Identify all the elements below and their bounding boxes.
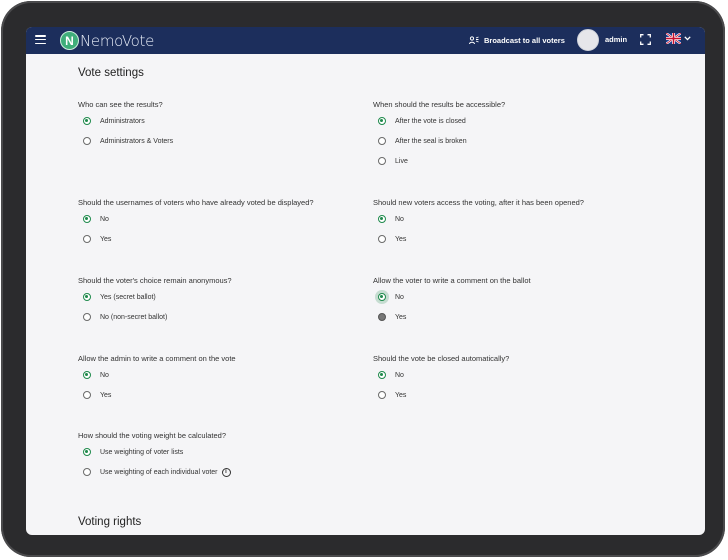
app-logo[interactable]: N NemoVote [60,31,154,50]
question-results-visibility: Who can see the results? [78,100,163,109]
option-label: No [395,371,404,379]
question-display-usernames: Should the usernames of voters who have … [78,198,314,207]
option-label: No [100,371,109,379]
radio-checked[interactable] [83,117,91,125]
question-anonymous: Should the voter's choice remain anonymo… [78,276,232,285]
option-after-closed[interactable]: After the vote is closed [378,115,466,127]
question-voting-weight: How should the voting weight be calculat… [78,431,227,440]
language-selector[interactable] [666,33,691,44]
radio-unchecked[interactable] [83,391,91,399]
option-label: Administrators [100,117,145,125]
option-label: Yes [395,235,407,243]
chevron-down-icon [684,36,691,41]
logo-badge: N [60,31,79,50]
option-label: Administrators & Voters [100,137,174,145]
option-label: No [395,215,404,223]
broadcast-icon [469,36,479,45]
option-yes[interactable]: Yes [83,389,111,401]
option-label: Use weighting of voter lists [100,448,184,456]
broadcast-button[interactable]: Broadcast to all voters [469,33,565,48]
radio-unchecked[interactable] [378,137,386,145]
option-yes[interactable]: Yes [378,233,406,245]
option-yes[interactable]: Yes [83,233,111,245]
tablet-frame: N NemoVote Broadcast to all voters admin [1,1,725,557]
option-yes[interactable]: Yes [378,389,406,401]
question-admin-comment: Allow the admin to write a comment on th… [78,354,236,363]
option-administrators-voters[interactable]: Administrators & Voters [83,135,173,147]
fullscreen-icon[interactable] [640,34,651,45]
option-label: No (non-secret ballot) [100,313,168,321]
radio-unchecked[interactable] [378,235,386,243]
radio-unchecked[interactable] [83,137,91,145]
option-non-secret-ballot[interactable]: No (non-secret ballot) [83,311,167,323]
option-after-seal[interactable]: After the seal is broken [378,135,467,147]
option-label: Yes [395,313,407,321]
app-screen: N NemoVote Broadcast to all voters admin [26,27,705,535]
option-label: No [395,293,404,301]
top-navbar: N NemoVote Broadcast to all voters admin [26,27,705,54]
option-no[interactable]: No [83,213,109,225]
option-yes[interactable]: Yes [378,311,406,323]
radio-checked[interactable] [83,215,91,223]
option-voter-lists-weighting[interactable]: Use weighting of voter lists [83,446,183,458]
radio-unchecked[interactable] [83,468,91,476]
flag-uk-icon [666,33,681,44]
radio-checked[interactable] [83,371,91,379]
menu-icon[interactable] [35,35,46,44]
radio-checked[interactable] [83,448,91,456]
option-label: Yes [100,235,112,243]
voting-rights-title: Voting rights [78,516,142,528]
radio-unchecked[interactable] [83,313,91,321]
radio-checked[interactable] [378,293,386,301]
option-label: Use weighting of each individual voter [100,468,218,476]
option-label: Live [395,157,408,165]
radio-checked[interactable] [378,117,386,125]
option-label: Yes [395,391,407,399]
user-name[interactable]: admin [605,35,627,44]
option-no[interactable]: No [83,369,109,381]
option-individual-weighting[interactable]: Use weighting of each individual voter i [83,466,231,478]
question-results-access: When should the results be accessible? [373,100,506,109]
main-content: Vote settings Who can see the results? A… [26,54,705,535]
broadcast-label: Broadcast to all voters [484,36,565,45]
option-administrators[interactable]: Administrators [83,115,145,127]
radio-checked[interactable] [378,215,386,223]
radio-checked[interactable] [83,293,91,301]
option-label: After the vote is closed [395,117,466,125]
question-auto-close: Should the vote be closed automatically? [373,354,510,363]
avatar[interactable] [577,29,599,51]
info-icon[interactable]: i [221,467,231,477]
radio-unchecked[interactable] [378,313,386,321]
option-label: No [100,215,109,223]
option-live[interactable]: Live [378,155,408,167]
question-voter-comment: Allow the voter to write a comment on th… [373,276,531,285]
option-secret-ballot[interactable]: Yes (secret ballot) [83,291,156,303]
vote-settings-title: Vote settings [78,67,144,79]
option-no[interactable]: No [378,291,404,303]
radio-checked[interactable] [378,371,386,379]
option-label: Yes [100,391,112,399]
question-new-voters: Should new voters access the voting, aft… [373,198,584,207]
option-label: Yes (secret ballot) [100,293,156,301]
option-label: After the seal is broken [395,137,467,145]
option-no[interactable]: No [378,213,404,225]
radio-unchecked[interactable] [378,157,386,165]
radio-unchecked[interactable] [83,235,91,243]
radio-unchecked[interactable] [378,391,386,399]
logo-text: NemoVote [80,31,155,50]
option-no[interactable]: No [378,369,404,381]
